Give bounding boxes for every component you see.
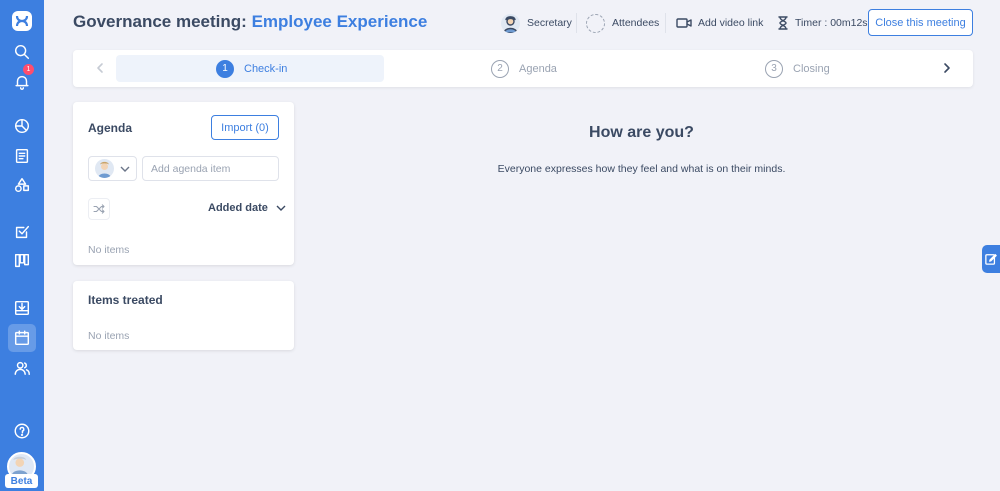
meeting-name: Employee Experience <box>251 12 428 31</box>
add-video-link-button[interactable]: Add video link <box>676 12 763 34</box>
kanban-icon[interactable] <box>8 247 36 275</box>
step-label: Check-in <box>244 62 288 75</box>
agenda-empty-text: No items <box>88 244 130 256</box>
page-title: Governance meeting: Employee Experience <box>73 12 427 32</box>
search-icon[interactable] <box>8 38 36 66</box>
close-meeting-button[interactable]: Close this meeting <box>868 9 973 36</box>
meeting-timer: Timer : 00m12s <box>777 12 868 34</box>
assignee-avatar <box>95 159 114 178</box>
page-title-prefix: Governance meeting: <box>73 12 247 31</box>
add-agenda-item-input[interactable] <box>142 156 279 181</box>
attendees-selector[interactable]: Attendees <box>586 12 659 34</box>
dashboard-icon[interactable] <box>8 112 36 140</box>
chevron-down-icon <box>120 166 130 172</box>
chevron-left-icon <box>97 63 103 73</box>
checkbox-icon[interactable] <box>8 218 36 246</box>
previous-step-button[interactable] <box>91 59 109 77</box>
assignee-select[interactable] <box>88 156 137 181</box>
video-camera-icon <box>676 18 692 28</box>
agenda-card-title: Agenda <box>88 121 133 135</box>
help-icon[interactable] <box>8 417 36 445</box>
inbox-icon[interactable] <box>8 294 36 322</box>
shuffle-icon <box>93 204 105 214</box>
header-divider <box>665 13 666 33</box>
calendar-icon[interactable] <box>8 324 36 352</box>
items-treated-card: Items treated No items <box>73 281 294 350</box>
timer-label: Timer : 00m12s <box>795 17 868 29</box>
chevron-down-icon <box>276 205 286 211</box>
next-step-button[interactable] <box>938 59 956 77</box>
beta-badge: Beta <box>5 474 38 488</box>
agenda-card: Agenda Import (0) Added date No items <box>73 102 294 265</box>
shuffle-button[interactable] <box>88 198 110 220</box>
hourglass-icon <box>778 16 788 30</box>
sidebar: 1 Beta <box>0 0 44 491</box>
secretary-avatar <box>501 13 520 33</box>
document-icon[interactable] <box>8 142 36 170</box>
shapes-icon[interactable] <box>8 171 36 199</box>
video-link-label: Add video link <box>698 17 764 29</box>
secretary-selector[interactable]: Secretary <box>501 12 572 34</box>
step-check-in[interactable]: 1 Check-in <box>116 55 384 82</box>
import-button[interactable]: Import (0) <box>211 115 279 140</box>
notification-badge: 1 <box>23 64 34 75</box>
attendees-placeholder-icon <box>586 13 605 33</box>
step-label: Agenda <box>519 62 557 75</box>
step-description: Everyone expresses how they feel and wha… <box>497 163 786 175</box>
edit-icon <box>985 254 997 265</box>
sort-label: Added date <box>208 202 268 214</box>
attendees-label: Attendees <box>612 17 660 29</box>
meeting-steps-bar: 1 Check-in 2 Agenda 3 Closing <box>73 50 973 87</box>
step-number: 3 <box>765 59 783 78</box>
logo-icon[interactable] <box>10 9 34 33</box>
items-treated-empty-text: No items <box>88 330 130 342</box>
step-closing[interactable]: 3 Closing <box>765 55 830 82</box>
users-icon[interactable] <box>8 354 36 382</box>
chevron-right-icon <box>944 63 950 73</box>
bell-icon[interactable]: 1 <box>8 64 36 96</box>
secretary-label: Secretary <box>527 17 572 29</box>
step-label: Closing <box>793 62 830 75</box>
step-heading: How are you? <box>589 124 694 141</box>
notes-panel-toggle[interactable] <box>982 245 1000 273</box>
header-divider <box>576 13 577 33</box>
items-treated-title: Items treated <box>88 293 163 307</box>
step-number: 2 <box>491 59 509 78</box>
sort-select[interactable]: Added date <box>208 202 286 214</box>
step-number: 1 <box>216 59 234 78</box>
step-agenda[interactable]: 2 Agenda <box>491 55 557 82</box>
